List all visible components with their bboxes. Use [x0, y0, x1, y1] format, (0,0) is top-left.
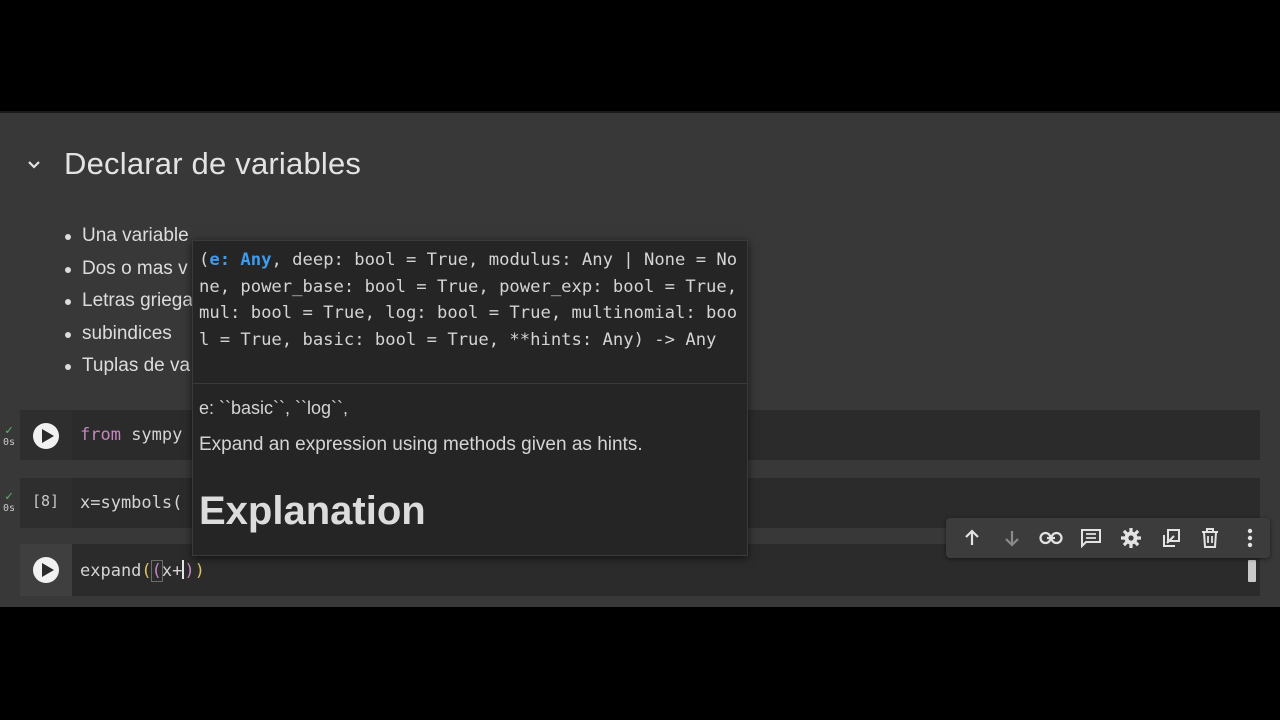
collapse-section-chevron-icon[interactable]	[22, 152, 46, 176]
execution-count: [8]	[32, 492, 60, 510]
check-icon: ✓	[5, 423, 13, 438]
trash-icon[interactable]	[1191, 518, 1231, 558]
sig-rest: , deep: bool = True, modulus: Any | None…	[199, 250, 748, 350]
cell-status: ✓ 0s	[0, 424, 18, 449]
paren: (	[150, 560, 163, 582]
scrollbar-thumb[interactable]	[1248, 560, 1256, 582]
run-cell-button[interactable]	[33, 423, 59, 449]
code-keyword: from	[80, 425, 121, 445]
function-description: Expand an expression using methods given…	[199, 434, 643, 455]
paren: )	[194, 561, 205, 581]
code-text: expand	[80, 561, 142, 581]
cell-status: ✓ 0s	[0, 490, 18, 515]
comment-icon[interactable]	[1071, 518, 1111, 558]
function-signature: (e: Any, deep: bool = True, modulus: Any…	[199, 247, 744, 353]
active-parameter: e: Any	[209, 250, 272, 270]
exec-time: 0s	[2, 503, 16, 514]
bullet-item: Tuplas de va	[62, 350, 193, 383]
signature-help-tooltip: (e: Any, deep: bool = True, modulus: Any…	[192, 240, 748, 556]
bullet-list: Una variable Dos o mas v Letras griega s…	[62, 220, 193, 383]
more-vert-icon[interactable]	[1230, 518, 1270, 558]
gear-icon[interactable]	[1111, 518, 1151, 558]
arrow-up-icon[interactable]	[952, 518, 992, 558]
tooltip-divider	[193, 383, 747, 384]
bullet-item: subindices	[62, 318, 193, 351]
sig-open-paren: (	[199, 250, 210, 270]
bullet-item: Una variable	[62, 220, 193, 253]
exec-time: 0s	[2, 437, 16, 448]
doc-heading: Explanation	[199, 489, 426, 533]
paren: )	[184, 561, 195, 581]
cell-toolbar	[946, 518, 1270, 558]
code-text: sympy	[120, 425, 183, 445]
bullet-item: Dos o mas v	[62, 253, 193, 286]
param-doc: e: ``basic``, ``log``,	[199, 398, 349, 418]
check-icon: ✓	[5, 489, 13, 504]
paren: (	[141, 561, 152, 581]
code-line[interactable]: x=symbols(	[80, 493, 182, 513]
run-cell-button[interactable]	[33, 557, 59, 583]
mirror-cell-icon[interactable]	[1151, 518, 1191, 558]
code-line[interactable]: from sympy	[80, 425, 182, 445]
bullet-item: Letras griega	[62, 285, 193, 318]
section-heading: Declarar de variables	[64, 146, 362, 181]
code-text: x+	[161, 561, 183, 581]
code-editor-line[interactable]: expand((x+))	[80, 560, 205, 582]
arrow-down-icon[interactable]	[992, 518, 1032, 558]
link-icon[interactable]	[1032, 518, 1072, 558]
